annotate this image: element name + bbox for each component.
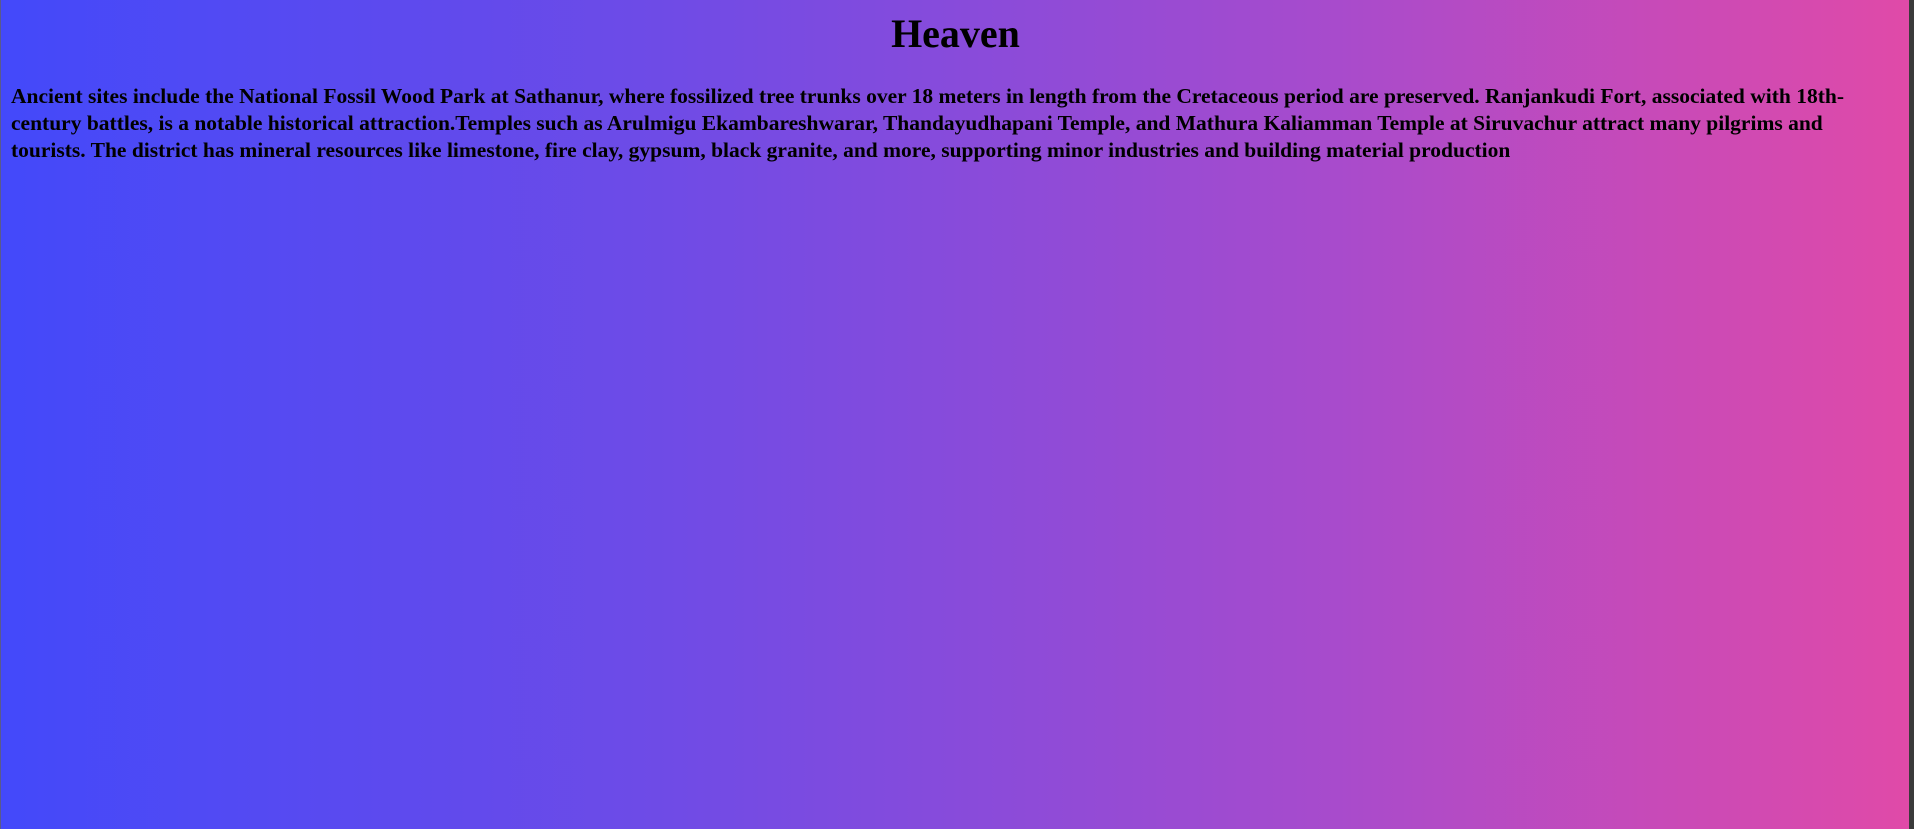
page-background: Heaven Ancient sites include the Nationa… (0, 0, 1909, 829)
window-edge (1909, 0, 1914, 829)
description-paragraph: Ancient sites include the National Fossi… (11, 84, 1845, 162)
page-title: Heaven (891, 11, 1020, 56)
